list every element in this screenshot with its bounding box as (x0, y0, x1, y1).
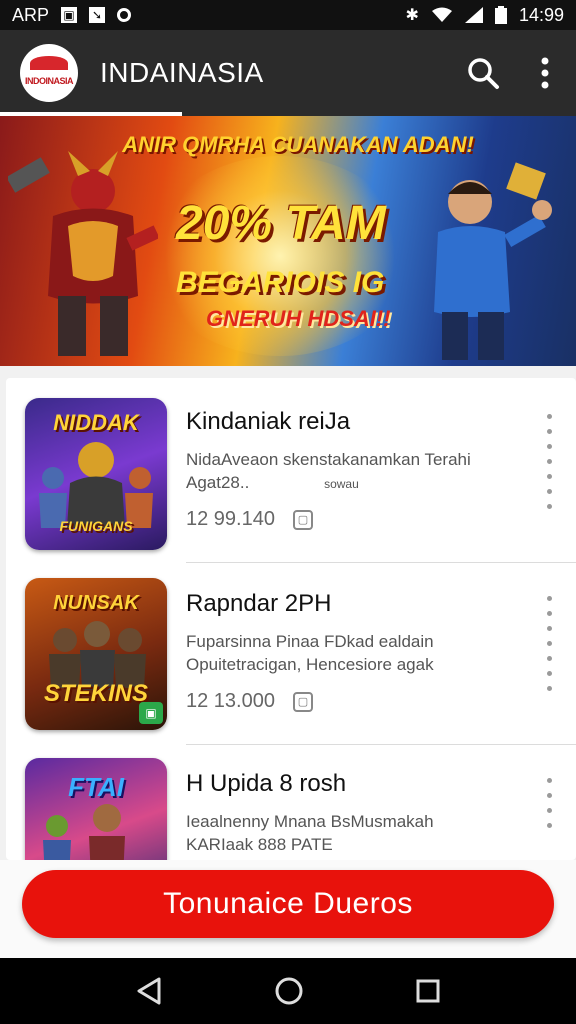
game-thumbnail[interactable]: FTAI (25, 758, 167, 860)
tag-icon: ▢ (292, 509, 313, 530)
promo-banner[interactable]: ANIR QMRHA CUANAKAN ADAN! 20% TAM BEGARI… (0, 116, 576, 366)
list-item[interactable]: NIDDAK FUNIGANS Kindaniak reiJa NidaAvea… (6, 378, 576, 563)
signal-icon (464, 7, 483, 23)
item-title: H Upida 8 rosh (186, 770, 347, 797)
image-icon: ▣ (61, 7, 78, 23)
item-meta-value: 12 13.000 (186, 690, 275, 712)
item-meta: 12 99.140 ▢ (186, 508, 313, 531)
recents-icon[interactable] (415, 978, 441, 1004)
item-meta: 12 13.000 ▢ (186, 690, 313, 713)
banner-promo-line-3: GNERUH HDSAI!! (206, 306, 391, 331)
logo-swoosh (30, 56, 68, 70)
item-title: Kindaniak reiJa (186, 408, 351, 435)
item-description-extra: sowau (324, 477, 359, 491)
home-icon[interactable] (274, 976, 304, 1006)
game-thumbnail[interactable]: NUNSAK STEKINS ▣ (25, 578, 167, 730)
bluetooth-icon: ✱ (405, 7, 419, 24)
thumbnail-title: FTAI (68, 772, 124, 802)
game-list: NIDDAK FUNIGANS Kindaniak reiJa NidaAvea… (6, 378, 576, 860)
cta-area: Tonunaice Dueros (0, 860, 576, 958)
item-description-line-2: Opuitetracigan, Hencesiore agak (186, 655, 434, 674)
primary-cta-button[interactable]: Tonunaice Dueros (22, 870, 554, 938)
item-description-line-2-text: Agat28.. (186, 473, 250, 492)
back-icon[interactable] (135, 976, 163, 1006)
battery-icon (494, 6, 507, 24)
game-badge-icon: ▣ (139, 702, 163, 724)
app-bar: INDOINASIA INDAINASIA (0, 30, 576, 116)
status-label: ARP (12, 4, 50, 25)
item-description-line-1: Ieaalnenny Mnana BsMusmakah (186, 812, 434, 831)
status-time: 14:99 (518, 4, 564, 25)
system-nav-bar (0, 958, 576, 1024)
thumbnail-subtitle: FUNIGANS (59, 518, 133, 534)
thumbnail-title: NUNSAK (53, 592, 139, 614)
app-bar-actions (466, 56, 550, 90)
game-thumbnail[interactable]: NIDDAK FUNIGANS (25, 398, 167, 550)
thumbnail-title: NIDDAK (53, 410, 139, 435)
logo-text: INDOINASIA (24, 76, 74, 86)
banner-promo-line-2: BEGARIOIS IG (176, 266, 385, 299)
item-meta-value: 12 99.140 (186, 508, 275, 530)
item-title: Rapndar 2PH (186, 590, 332, 617)
item-description: Fuparsinna Pinaa FDkad ealdain Opuitetra… (186, 630, 516, 676)
banner-headline: ANIR QMRHA CUANAKAN ADAN! (122, 132, 474, 157)
more-vert-icon[interactable] (540, 57, 550, 89)
search-icon[interactable] (466, 56, 500, 90)
record-icon (117, 8, 132, 22)
status-bar-right: ✱ 14:99 (406, 5, 564, 26)
list-item[interactable]: NUNSAK STEKINS ▣ Rapndar 2PH Fuparsinna … (6, 562, 576, 745)
status-bar: ARP ▣ ➘ ✱ 14:99 (0, 0, 576, 30)
wifi-icon (431, 7, 452, 22)
banner-promo-line-1: 20% TAM (176, 197, 386, 250)
item-menu-icon[interactable] (546, 778, 552, 828)
item-description-line-2: KARIaak 888 PATE (186, 835, 333, 854)
hero-character-image (434, 162, 552, 360)
item-description-line-2: Agat28.. sowau (186, 471, 516, 496)
status-bar-left: ARP ▣ ➘ (12, 4, 132, 26)
app-title: INDAINASIA (100, 57, 264, 88)
app-logo[interactable]: INDOINASIA (20, 44, 78, 102)
item-description-line-1: NidaAveaon skenstakanamkan Terahi (186, 450, 471, 469)
item-description: Ieaalnenny Mnana BsMusmakah KARIaak 888 … (186, 810, 516, 856)
tag-icon: ▢ (292, 691, 313, 712)
item-menu-icon[interactable] (546, 414, 552, 509)
item-description: NidaAveaon skenstakanamkan Terahi Agat28… (186, 448, 516, 496)
list-item[interactable]: FTAI H Upida 8 rosh Ieaalnenny Mnana BsM… (6, 744, 576, 860)
item-menu-icon[interactable] (546, 596, 552, 691)
notification-icon: ➘ (89, 7, 106, 23)
warrior-character-image (8, 151, 158, 356)
item-description-line-1: Fuparsinna Pinaa FDkad ealdain (186, 632, 434, 651)
